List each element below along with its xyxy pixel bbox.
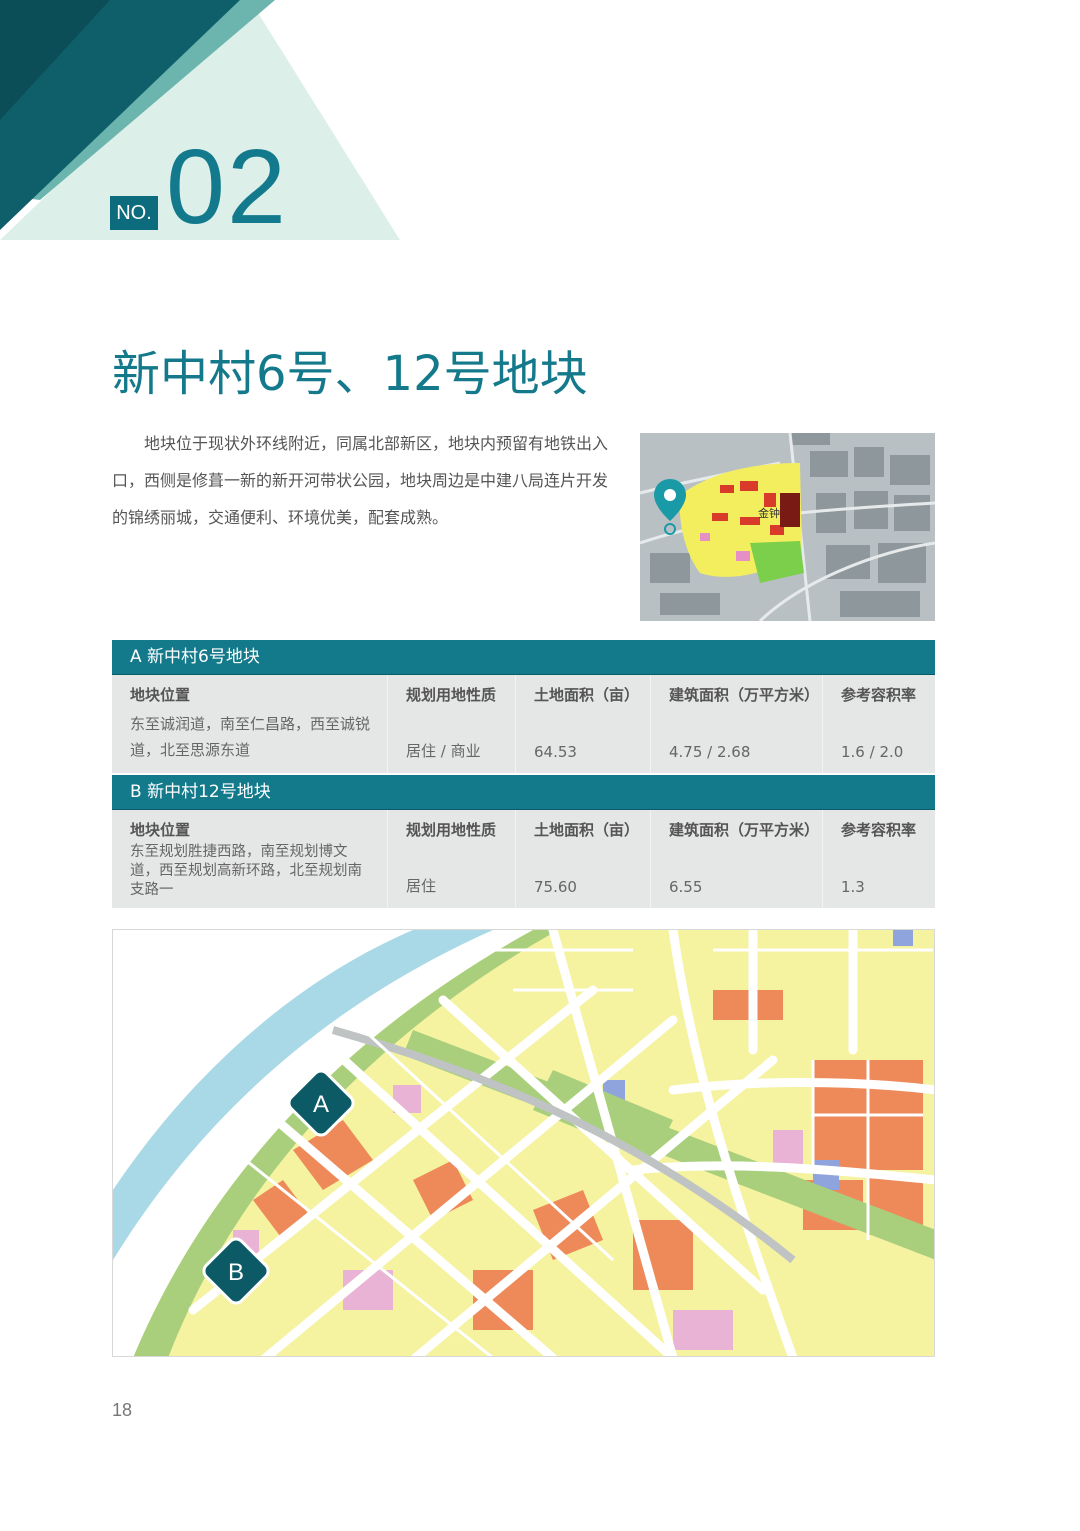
location-cell: 地块位置 东至规划胜捷西路，南至规划博文道，西至规划高新环路，北至规划南支路一 <box>112 810 387 908</box>
column-label-land-use: 规划用地性质 <box>406 821 497 839</box>
column-label-land-use: 规划用地性质 <box>406 686 497 704</box>
parcel-b-section: B 新中村12号地块 地块位置 东至规划胜捷西路，南至规划博文道，西至规划高新环… <box>112 775 935 908</box>
land-use-value: 居住 / 商业 <box>406 742 481 760</box>
parcel-a-header: A 新中村6号地块 <box>112 640 935 675</box>
parcel-b-header: B 新中村12号地块 <box>112 775 935 810</box>
parcel-marker-a-label: A <box>313 1091 329 1118</box>
location-value: 东至诚润道，南至仁昌路，西至诚锐道，北至思源东道 <box>130 715 371 759</box>
page-title: 新中村6号、12号地块 <box>112 346 588 402</box>
column-label-floor-area: 建筑面积（万平方米） <box>669 821 820 839</box>
parcel-marker-b-label: B <box>228 1259 244 1286</box>
location-thumbnail-map: 金钟 <box>640 433 935 621</box>
land-area-cell: 土地面积（亩） 64.53 <box>515 675 650 773</box>
land-area-cell: 土地面积（亩） 75.60 <box>515 810 650 908</box>
location-value: 东至规划胜捷西路，南至规划博文道，西至规划高新环路，北至规划南支路一 <box>130 844 362 898</box>
column-label-far: 参考容积率 <box>841 686 917 704</box>
column-label-land-area: 土地面积（亩） <box>534 686 640 704</box>
land-use-plan-map: A B <box>112 929 935 1357</box>
location-cell: 地块位置 东至诚润道，南至仁昌路，西至诚锐道，北至思源东道 <box>112 675 387 773</box>
column-label-far: 参考容积率 <box>841 821 917 839</box>
column-label-location: 地块位置 <box>130 686 191 704</box>
floor-area-cell: 建筑面积（万平方米） 6.55 <box>650 810 822 908</box>
far-cell: 参考容积率 1.6 / 2.0 <box>822 675 935 773</box>
no-badge: NO. <box>110 196 158 230</box>
parcel-a-section: A 新中村6号地块 地块位置 东至诚润道，南至仁昌路，西至诚锐道，北至思源东道 … <box>112 640 935 773</box>
thumb-map-label: 金钟 <box>758 506 780 520</box>
land-use-value: 居住 <box>406 877 437 895</box>
land-use-cell: 规划用地性质 居住 <box>387 810 515 908</box>
parcel-b-table: 地块位置 东至规划胜捷西路，南至规划博文道，西至规划高新环路，北至规划南支路一 … <box>112 810 935 908</box>
land-area-value: 64.53 <box>534 743 577 761</box>
parcel-a-table: 地块位置 东至诚润道，南至仁昌路，西至诚锐道，北至思源东道 规划用地性质 居住 … <box>112 675 935 773</box>
far-value: 1.3 <box>841 878 865 896</box>
land-use-cell: 规划用地性质 居住 / 商业 <box>387 675 515 773</box>
column-label-location: 地块位置 <box>130 821 191 839</box>
land-area-value: 75.60 <box>534 878 577 896</box>
far-value: 1.6 / 2.0 <box>841 743 904 761</box>
column-label-floor-area: 建筑面积（万平方米） <box>669 686 820 704</box>
floor-area-value: 6.55 <box>669 878 703 896</box>
section-number: 02 <box>166 128 288 246</box>
floor-area-value: 4.75 / 2.68 <box>669 743 751 761</box>
intro-paragraph: 地块位于现状外环线附近，同属北部新区，地块内预留有地铁出入口，西侧是修葺一新的新… <box>112 434 609 527</box>
column-label-land-area: 土地面积（亩） <box>534 821 640 839</box>
far-cell: 参考容积率 1.3 <box>822 810 935 908</box>
floor-area-cell: 建筑面积（万平方米） 4.75 / 2.68 <box>650 675 822 773</box>
page-number: 18 <box>112 1400 133 1420</box>
